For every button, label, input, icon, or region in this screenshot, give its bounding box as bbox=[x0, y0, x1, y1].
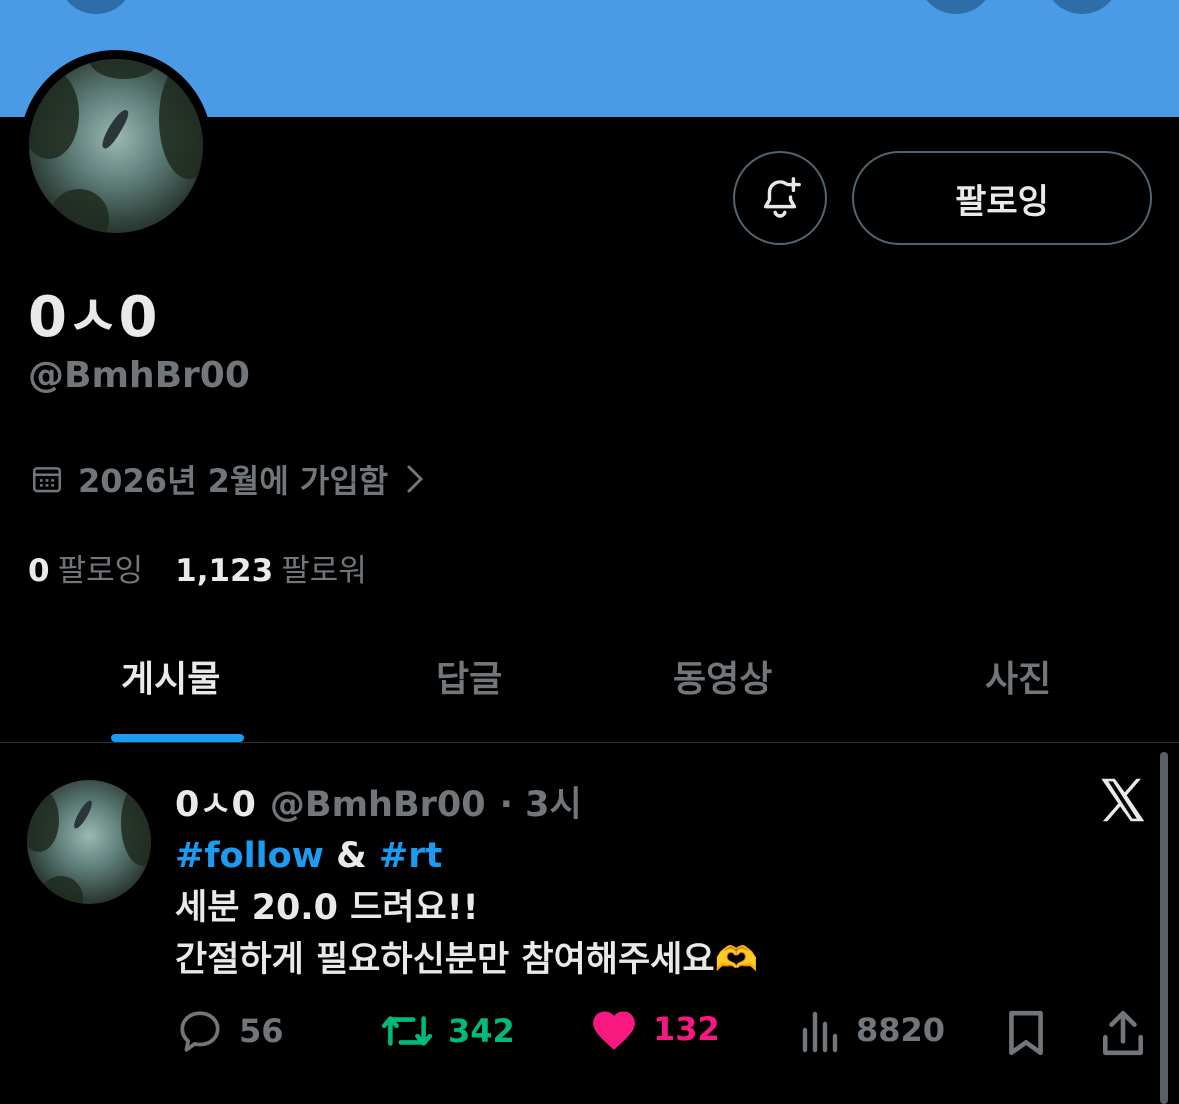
following-button[interactable]: 팔로잉 bbox=[852, 151, 1152, 245]
chevron-right-icon bbox=[407, 465, 424, 493]
profile-avatar[interactable] bbox=[20, 50, 212, 242]
joined-date[interactable]: 2026년 2월에 가입함 bbox=[30, 456, 428, 502]
tab-replies[interactable]: 답글 bbox=[436, 650, 502, 702]
hashtag-rt[interactable]: #rt bbox=[379, 836, 442, 876]
calendar-icon bbox=[32, 467, 62, 493]
more-button[interactable] bbox=[1044, 0, 1120, 14]
tweet-timestamp[interactable]: · 3시 bbox=[500, 776, 582, 827]
active-tab-indicator bbox=[111, 734, 244, 742]
views-button[interactable]: 8820 bbox=[800, 1006, 945, 1054]
tweet-author-handle[interactable]: @BmhBr00 bbox=[270, 785, 486, 825]
tab-videos[interactable]: 동영상 bbox=[673, 650, 772, 702]
retweet-count: 342 bbox=[448, 1012, 515, 1050]
x-logo-icon bbox=[1101, 778, 1145, 822]
tweet-author-avatar[interactable] bbox=[27, 780, 151, 904]
views-count: 8820 bbox=[856, 1011, 946, 1049]
tab-posts[interactable]: 게시물 bbox=[121, 650, 220, 702]
share-icon[interactable] bbox=[1100, 1008, 1146, 1058]
tweet-actions: 56 342 132 8820 bbox=[175, 1006, 1150, 1062]
back-button[interactable] bbox=[58, 0, 134, 14]
reply-icon bbox=[180, 1011, 220, 1052]
tweet-line-3: 간절하게 필요하신분만 참여해주세요🫶 bbox=[175, 934, 758, 986]
search-button[interactable] bbox=[918, 0, 994, 14]
following-count: 0 bbox=[28, 553, 50, 589]
like-button[interactable]: 132 bbox=[589, 1006, 720, 1052]
retweet-button[interactable]: 342 bbox=[380, 1006, 515, 1056]
avatar-image bbox=[29, 59, 203, 233]
retweet-icon bbox=[381, 1016, 433, 1046]
tweet-header: 0ㅅ0 @BmhBr00 · 3시 bbox=[175, 776, 582, 827]
heart-icon bbox=[593, 1011, 635, 1050]
like-count: 132 bbox=[653, 1010, 720, 1048]
joined-text: 2026년 2월에 가입함 bbox=[78, 462, 389, 500]
following-label: 팔로잉 bbox=[57, 553, 144, 589]
tweet-line-1: #follow & #rt bbox=[175, 830, 758, 882]
profile-tabs: 게시물 답글 동영상 사진 bbox=[0, 630, 1179, 742]
following-stat[interactable]: 0 팔로잉 bbox=[28, 545, 143, 590]
tweet-line-3-text: 간절하게 필요하신분만 참여해주세요 bbox=[175, 940, 715, 980]
bell-plus-icon bbox=[763, 177, 801, 218]
scrollbar[interactable] bbox=[1160, 752, 1168, 1104]
profile-display-name: 0ㅅ0 bbox=[28, 285, 158, 350]
ampersand: & bbox=[336, 836, 367, 876]
tweet-text: #follow & #rt 세분 20.0 드려요!! 간절하게 필요하신분만 … bbox=[175, 830, 758, 986]
followers-count: 1,123 bbox=[175, 553, 274, 589]
tweet-line-2: 세분 20.0 드려요!! bbox=[175, 888, 479, 928]
reply-count: 56 bbox=[239, 1012, 284, 1050]
tweet-author-name[interactable]: 0ㅅ0 bbox=[175, 776, 256, 827]
notification-subscribe-button[interactable] bbox=[733, 151, 827, 245]
hashtag-follow[interactable]: #follow bbox=[175, 836, 324, 876]
heart-hands-emoji: 🫶 bbox=[714, 940, 759, 980]
profile-handle: @BmhBr00 bbox=[28, 355, 250, 396]
tab-photos[interactable]: 사진 bbox=[985, 650, 1051, 702]
reply-button[interactable]: 56 bbox=[175, 1006, 284, 1056]
bookmark-icon[interactable] bbox=[1005, 1008, 1047, 1058]
follow-stats: 0 팔로잉 1,123 팔로워 bbox=[28, 545, 367, 590]
views-icon bbox=[802, 1011, 838, 1053]
followers-stat[interactable]: 1,123 팔로워 bbox=[175, 545, 367, 590]
tabs-divider bbox=[0, 742, 1179, 743]
followers-label: 팔로워 bbox=[281, 553, 367, 589]
